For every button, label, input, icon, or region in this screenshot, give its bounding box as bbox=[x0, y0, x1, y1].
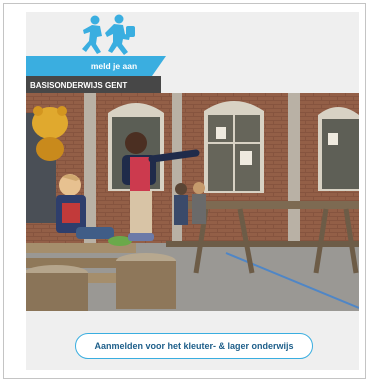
tagline-text: meld je aan bbox=[90, 61, 138, 71]
subtitle-text: BASISONDERWIJS GENT bbox=[30, 80, 128, 90]
register-button[interactable]: Aanmelden voor het kleuter- & lager onde… bbox=[75, 333, 313, 359]
schoolyard-photo bbox=[26, 93, 359, 311]
register-button-label: Aanmelden voor het kleuter- & lager onde… bbox=[94, 341, 294, 351]
running-children-icon bbox=[82, 14, 135, 55]
tagline-banner: meld je aan bbox=[26, 56, 152, 76]
tagline-notch bbox=[152, 56, 166, 76]
subtitle-banner: BASISONDERWIJS GENT bbox=[26, 76, 161, 94]
